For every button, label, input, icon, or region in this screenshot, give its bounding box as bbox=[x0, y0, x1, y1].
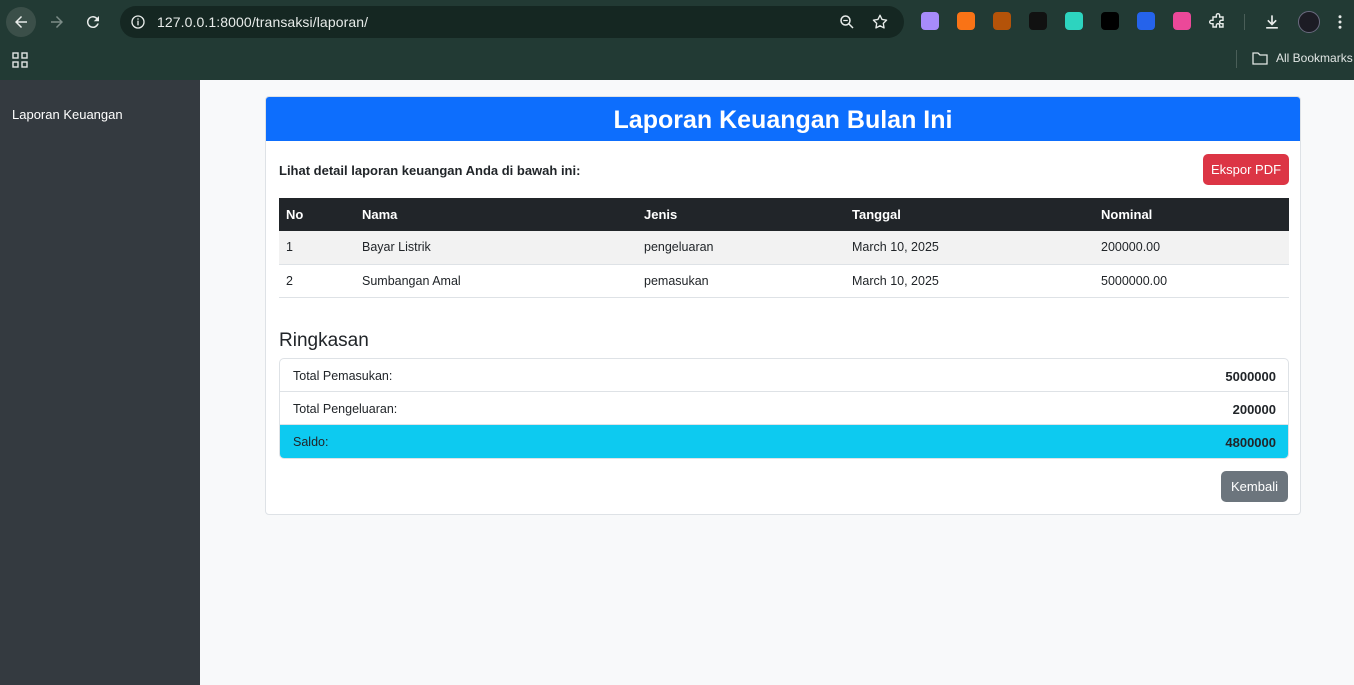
summary-list: Total Pemasukan: 5000000 Total Pengeluar… bbox=[279, 358, 1289, 459]
download-icon[interactable] bbox=[1262, 12, 1282, 32]
cell-nama: Sumbangan Amal bbox=[355, 264, 637, 298]
cell-no: 1 bbox=[279, 231, 355, 265]
table-row: 1 Bayar Listrik pengeluaran March 10, 20… bbox=[279, 231, 1289, 265]
browser-toolbar: 127.0.0.1:8000/transaksi/laporan/ bbox=[0, 0, 1354, 44]
cell-jenis: pengeluaran bbox=[637, 231, 845, 265]
table-header-row: No Nama Jenis Tanggal Nominal bbox=[279, 198, 1289, 231]
summary-row-income: Total Pemasukan: 5000000 bbox=[280, 359, 1288, 392]
back-button[interactable] bbox=[6, 7, 36, 37]
table-row: 2 Sumbangan Amal pemasukan March 10, 202… bbox=[279, 264, 1289, 298]
cell-nominal: 200000.00 bbox=[1094, 231, 1289, 265]
pink-extension-icon[interactable] bbox=[1173, 12, 1191, 30]
arrow-left-icon bbox=[15, 16, 27, 28]
column-header-jenis: Jenis bbox=[637, 198, 845, 231]
toolbar-divider bbox=[1244, 14, 1245, 30]
cell-tanggal: March 10, 2025 bbox=[845, 231, 1094, 265]
expense-label: Total Pengeluaran: bbox=[293, 402, 398, 416]
dots-extension-icon[interactable] bbox=[1029, 12, 1047, 30]
a-extension-icon[interactable] bbox=[1101, 12, 1119, 30]
wave-extension-icon[interactable] bbox=[993, 12, 1011, 30]
column-header-nominal: Nominal bbox=[1094, 198, 1289, 231]
balance-label: Saldo: bbox=[293, 435, 329, 449]
folder-icon bbox=[1252, 52, 1268, 65]
teal-extension-icon[interactable] bbox=[1065, 12, 1083, 30]
page-title: Laporan Keuangan Bulan Ini bbox=[266, 97, 1300, 141]
income-value: 5000000 bbox=[1225, 369, 1276, 384]
browser-chrome: 127.0.0.1:8000/transaksi/laporan/ All Bo… bbox=[0, 0, 1354, 80]
apps-grid-icon[interactable] bbox=[12, 52, 28, 68]
ghost-extension-icon[interactable] bbox=[921, 12, 939, 30]
zoom-icon[interactable] bbox=[838, 13, 856, 31]
transaction-table: No Nama Jenis Tanggal Nominal 1 Bayar Li… bbox=[279, 198, 1289, 298]
profile-avatar[interactable] bbox=[1298, 11, 1320, 33]
cell-nominal: 5000000.00 bbox=[1094, 264, 1289, 298]
blue-extension-icon[interactable] bbox=[1137, 12, 1155, 30]
sidebar: Laporan Keuangan bbox=[0, 80, 200, 685]
income-label: Total Pemasukan: bbox=[293, 369, 393, 383]
summary-row-balance: Saldo: 4800000 bbox=[280, 425, 1288, 458]
summary-title: Ringkasan bbox=[279, 330, 369, 351]
url-text[interactable]: 127.0.0.1:8000/transaksi/laporan/ bbox=[157, 14, 368, 30]
balance-value: 4800000 bbox=[1225, 435, 1276, 450]
cell-nama: Bayar Listrik bbox=[355, 231, 637, 265]
reload-icon bbox=[86, 16, 99, 29]
menu-dots-icon[interactable] bbox=[1331, 13, 1349, 31]
cell-jenis: pemasukan bbox=[637, 264, 845, 298]
bookmarks-divider bbox=[1236, 50, 1237, 68]
reload-button[interactable] bbox=[78, 7, 108, 37]
bookmark-star-icon[interactable] bbox=[871, 13, 889, 31]
forward-button[interactable] bbox=[42, 7, 72, 37]
puzzle-extensions-icon[interactable] bbox=[1208, 12, 1228, 32]
cell-no: 2 bbox=[279, 264, 355, 298]
export-pdf-button[interactable]: Ekspor PDF bbox=[1203, 154, 1289, 185]
arrow-right-icon bbox=[51, 16, 63, 28]
report-card: Laporan Keuangan Bulan Ini Lihat detail … bbox=[265, 96, 1301, 515]
back-link-button[interactable]: Kembali bbox=[1221, 471, 1288, 502]
column-header-tanggal: Tanggal bbox=[845, 198, 1094, 231]
column-header-no: No bbox=[279, 198, 355, 231]
fox-extension-icon[interactable] bbox=[957, 12, 975, 30]
column-header-nama: Nama bbox=[355, 198, 637, 231]
cell-tanggal: March 10, 2025 bbox=[845, 264, 1094, 298]
summary-row-expense: Total Pengeluaran: 200000 bbox=[280, 392, 1288, 425]
address-bar[interactable]: 127.0.0.1:8000/transaksi/laporan/ bbox=[120, 6, 904, 38]
expense-value: 200000 bbox=[1232, 402, 1276, 417]
bookmarks-bar bbox=[0, 44, 1354, 80]
report-intro-text: Lihat detail laporan keuangan Anda di ba… bbox=[279, 163, 581, 178]
site-info-icon[interactable] bbox=[130, 14, 146, 30]
sidebar-item-laporan-keuangan[interactable]: Laporan Keuangan bbox=[12, 107, 123, 122]
all-bookmarks-link[interactable]: All Bookmarks bbox=[1276, 51, 1353, 65]
